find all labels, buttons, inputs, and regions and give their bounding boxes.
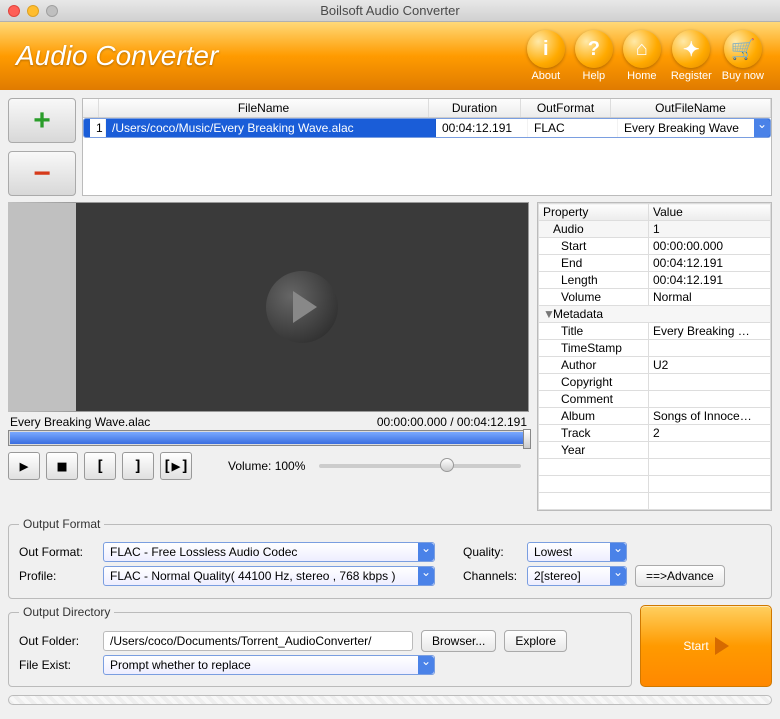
output-directory-legend: Output Directory bbox=[19, 605, 114, 619]
file-list-header: FileName Duration OutFormat OutFileName bbox=[83, 99, 771, 118]
register-button[interactable]: ✦Register bbox=[671, 30, 712, 82]
outfolder-field[interactable]: /Users/coco/Documents/Torrent_AudioConve… bbox=[103, 631, 413, 651]
advance-button[interactable]: ==>Advance bbox=[635, 565, 725, 587]
progress-bar bbox=[8, 695, 772, 705]
fileexist-label: File Exist: bbox=[19, 658, 95, 672]
play-icon bbox=[715, 637, 729, 655]
channels-label: Channels: bbox=[463, 569, 519, 583]
about-button[interactable]: iAbout bbox=[527, 30, 565, 82]
prop-col-value[interactable]: Value bbox=[649, 204, 771, 221]
timecode: 00:00:00.000 / 00:04:12.191 bbox=[377, 415, 527, 429]
channels-select[interactable]: 2[stereo] bbox=[527, 566, 627, 586]
key-icon: ✦ bbox=[672, 30, 710, 68]
output-format-group: Output Format Out Format: FLAC - Free Lo… bbox=[8, 517, 772, 599]
file-list[interactable]: FileName Duration OutFormat OutFileName … bbox=[82, 98, 772, 196]
app-title: Audio Converter bbox=[16, 40, 218, 72]
home-icon: ⌂ bbox=[623, 30, 661, 68]
fileexist-select[interactable]: Prompt whether to replace bbox=[103, 655, 435, 675]
play-overlay-button[interactable] bbox=[266, 271, 338, 343]
outformat-select[interactable]: FLAC - Free Lossless Audio Codec bbox=[103, 542, 435, 562]
seek-thumb[interactable] bbox=[523, 429, 531, 449]
app-header: Audio Converter iAbout ?Help ⌂Home ✦Regi… bbox=[0, 22, 780, 90]
outfolder-label: Out Folder: bbox=[19, 634, 95, 648]
home-button[interactable]: ⌂Home bbox=[623, 30, 661, 82]
profile-select[interactable]: FLAC - Normal Quality( 44100 Hz, stereo … bbox=[103, 566, 435, 586]
info-icon: i bbox=[527, 30, 565, 68]
quality-label: Quality: bbox=[463, 545, 519, 559]
output-format-legend: Output Format bbox=[19, 517, 104, 531]
mark-out-button[interactable]: ] bbox=[122, 452, 154, 480]
remove-file-button[interactable]: − bbox=[8, 151, 76, 196]
chevron-down-icon[interactable]: ▼ bbox=[543, 307, 553, 321]
cart-icon: 🛒 bbox=[724, 30, 762, 68]
add-file-button[interactable]: + bbox=[8, 98, 76, 143]
header-buttons: iAbout ?Help ⌂Home ✦Register 🛒Buy now bbox=[527, 30, 764, 82]
col-outformat[interactable]: OutFormat bbox=[521, 99, 611, 117]
buy-button[interactable]: 🛒Buy now bbox=[722, 30, 764, 82]
profile-label: Profile: bbox=[19, 569, 95, 583]
seek-bar[interactable] bbox=[8, 430, 529, 446]
properties-panel: PropertyValue Audio1 Start00:00:00.000 E… bbox=[537, 202, 772, 511]
preview-area bbox=[8, 202, 529, 412]
volume-slider[interactable] bbox=[319, 464, 521, 468]
slider-thumb[interactable] bbox=[440, 458, 454, 472]
play-button[interactable]: ▶ bbox=[8, 452, 40, 480]
output-directory-group: Output Directory Out Folder: /Users/coco… bbox=[8, 605, 632, 687]
col-duration[interactable]: Duration bbox=[429, 99, 521, 117]
now-playing-filename: Every Breaking Wave.alac bbox=[10, 415, 150, 429]
quality-select[interactable]: Lowest bbox=[527, 542, 627, 562]
prop-col-key[interactable]: Property bbox=[539, 204, 649, 221]
play-range-button[interactable]: [▶] bbox=[160, 452, 192, 480]
window-title: Boilsoft Audio Converter bbox=[0, 3, 780, 18]
help-icon: ? bbox=[575, 30, 613, 68]
col-outfilename[interactable]: OutFileName bbox=[611, 99, 771, 117]
col-filename[interactable]: FileName bbox=[99, 99, 429, 117]
table-row[interactable]: 1 /Users/coco/Music/Every Breaking Wave.… bbox=[83, 118, 771, 138]
minimize-icon[interactable] bbox=[27, 5, 39, 17]
close-icon[interactable] bbox=[8, 5, 20, 17]
volume-label: Volume: 100% bbox=[228, 459, 305, 473]
browser-button[interactable]: Browser... bbox=[421, 630, 496, 652]
window-controls bbox=[8, 5, 58, 17]
titlebar: Boilsoft Audio Converter bbox=[0, 0, 780, 22]
stop-button[interactable]: ■ bbox=[46, 452, 78, 480]
play-icon bbox=[293, 291, 317, 323]
start-button[interactable]: Start bbox=[640, 605, 772, 687]
outformat-label: Out Format: bbox=[19, 545, 95, 559]
mark-in-button[interactable]: [ bbox=[84, 452, 116, 480]
help-button[interactable]: ?Help bbox=[575, 30, 613, 82]
explore-button[interactable]: Explore bbox=[504, 630, 567, 652]
maximize-icon bbox=[46, 5, 58, 17]
